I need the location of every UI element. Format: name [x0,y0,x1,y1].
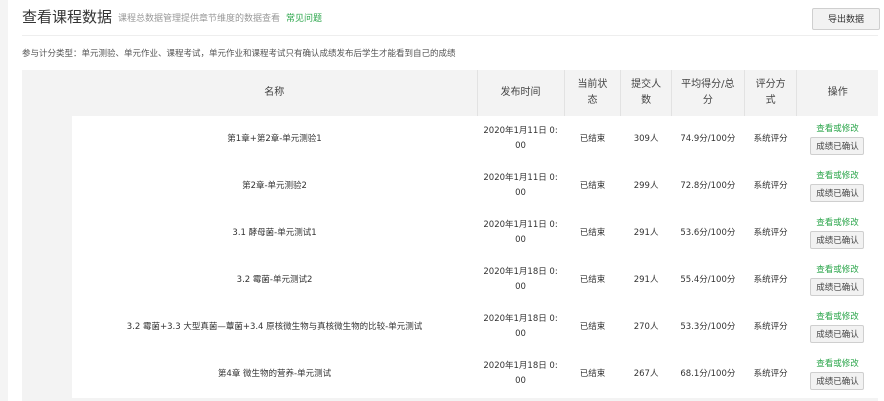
export-data-button[interactable]: 导出数据 [812,8,880,30]
scoring-notice: 参与计分类型：单元测验、单元作业、课程考试，单元作业和课程考试只有确认成绩发布后… [22,49,456,59]
table-row: 第1章+第2章-单元测验1 2020年1月11日 0: 00 已结束 309人 … [72,116,878,163]
cell-avg-score: 72.8分/100分 [671,162,745,210]
cell-submit-count: 270人 [620,303,672,351]
cell-submit-count: 299人 [620,162,672,210]
cell-status: 已结束 [564,116,621,163]
view-edit-link[interactable]: 查看或修改 [797,170,878,182]
column-header-actions: 操作 [796,70,878,116]
cell-grading: 系统评分 [744,350,797,398]
cell-actions: 查看或修改 成绩已确认 [796,116,878,163]
score-confirmed-button[interactable]: 成绩已确认 [810,372,865,390]
cell-grading: 系统评分 [744,209,797,257]
score-confirmed-button[interactable]: 成绩已确认 [810,137,865,155]
cell-avg-score: 55.4分/100分 [671,256,745,304]
page-title: 查看课程数据 [22,8,113,26]
cell-name: 3.2 霉菌-单元测试2 [72,256,478,304]
cell-status: 已结束 [564,350,621,398]
score-confirmed-button[interactable]: 成绩已确认 [810,278,865,296]
cell-name: 第4章 微生物的营养-单元测试 [72,350,478,398]
cell-submit-count: 309人 [620,116,672,163]
score-confirmed-button[interactable]: 成绩已确认 [810,325,865,343]
cell-status: 已结束 [564,256,621,304]
score-confirmed-button[interactable]: 成绩已确认 [810,184,865,202]
header-divider [22,35,878,36]
page-subtitle: 课程总数据管理提供章节维度的数据查看 常见问题 [118,11,322,24]
table-row: 第2章-单元测验2 2020年1月11日 0: 00 已结束 299人 72.8… [72,162,878,210]
cell-avg-score: 74.9分/100分 [671,116,745,163]
cell-grading: 系统评分 [744,162,797,210]
cell-status: 已结束 [564,209,621,257]
cell-name: 第1章+第2章-单元测验1 [72,116,478,163]
cell-publish-time: 2020年1月11日 0: 00 [477,116,565,163]
table-row: 第4章 微生物的营养-单元测试 2020年1月18日 0: 00 已结束 267… [72,350,878,398]
cell-publish-time: 2020年1月11日 0: 00 [477,162,565,210]
cell-grading: 系统评分 [744,256,797,304]
cell-publish-time: 2020年1月18日 0: 00 [477,350,565,398]
cell-avg-score: 53.6分/100分 [671,209,745,257]
table-row: 3.2 霉菌-单元测试2 2020年1月18日 0: 00 已结束 291人 5… [72,256,878,304]
cell-name: 3.2 霉菌+3.3 大型真菌—蕈菌+3.4 原核微生物与真核微生物的比较-单元… [72,303,478,351]
table-row: 3.1 酵母菌-单元测试1 2020年1月11日 0: 00 已结束 291人 … [72,209,878,257]
cell-status: 已结束 [564,162,621,210]
column-header-status: 当前状 态 [564,70,622,116]
cell-actions: 查看或修改 成绩已确认 [796,209,878,257]
cell-submit-count: 267人 [620,350,672,398]
cell-grading: 系统评分 [744,116,797,163]
course-data-table-container: 名称 发布时间 当前状 态 提交人 数 平均得分/总 分 评分方 式 操作 第1… [22,70,878,401]
cell-submit-count: 291人 [620,209,672,257]
header: 查看课程数据 课程总数据管理提供章节维度的数据查看 常见问题 导出数据 [22,6,884,30]
column-header-publish-time: 发布时间 [477,70,565,116]
view-edit-link[interactable]: 查看或修改 [797,217,878,229]
column-header-submit-count: 提交人 数 [620,70,672,116]
cell-publish-time: 2020年1月11日 0: 00 [477,209,565,257]
cell-publish-time: 2020年1月18日 0: 00 [477,303,565,351]
cell-publish-time: 2020年1月18日 0: 00 [477,256,565,304]
column-header-name: 名称 [72,70,478,116]
column-header-avg-score: 平均得分/总 分 [671,70,745,116]
table-header-row: 名称 发布时间 当前状 态 提交人 数 平均得分/总 分 评分方 式 操作 [72,70,878,116]
cell-name: 第2章-单元测验2 [72,162,478,210]
view-edit-link[interactable]: 查看或修改 [797,311,878,323]
cell-submit-count: 291人 [620,256,672,304]
faq-link[interactable]: 常见问题 [286,14,322,24]
column-header-grading: 评分方 式 [744,70,798,116]
cell-actions: 查看或修改 成绩已确认 [796,162,878,210]
cell-grading: 系统评分 [744,303,797,351]
view-edit-link[interactable]: 查看或修改 [797,123,878,135]
page: 查看课程数据 课程总数据管理提供章节维度的数据查看 常见问题 导出数据 参与计分类… [8,0,884,401]
cell-actions: 查看或修改 成绩已确认 [796,256,878,304]
cell-name: 3.1 酵母菌-单元测试1 [72,209,478,257]
table-left-gutter [22,70,72,401]
view-edit-link[interactable]: 查看或修改 [797,264,878,276]
cell-actions: 查看或修改 成绩已确认 [796,350,878,398]
view-edit-link[interactable]: 查看或修改 [797,358,878,370]
cell-status: 已结束 [564,303,621,351]
cell-avg-score: 53.3分/100分 [671,303,745,351]
score-confirmed-button[interactable]: 成绩已确认 [810,231,865,249]
subtitle-text: 课程总数据管理提供章节维度的数据查看 [118,14,281,24]
table-row: 3.2 霉菌+3.3 大型真菌—蕈菌+3.4 原核微生物与真核微生物的比较-单元… [72,303,878,351]
cell-actions: 查看或修改 成绩已确认 [796,303,878,351]
course-data-table: 名称 发布时间 当前状 态 提交人 数 平均得分/总 分 评分方 式 操作 第1… [72,70,878,398]
cell-avg-score: 68.1分/100分 [671,350,745,398]
